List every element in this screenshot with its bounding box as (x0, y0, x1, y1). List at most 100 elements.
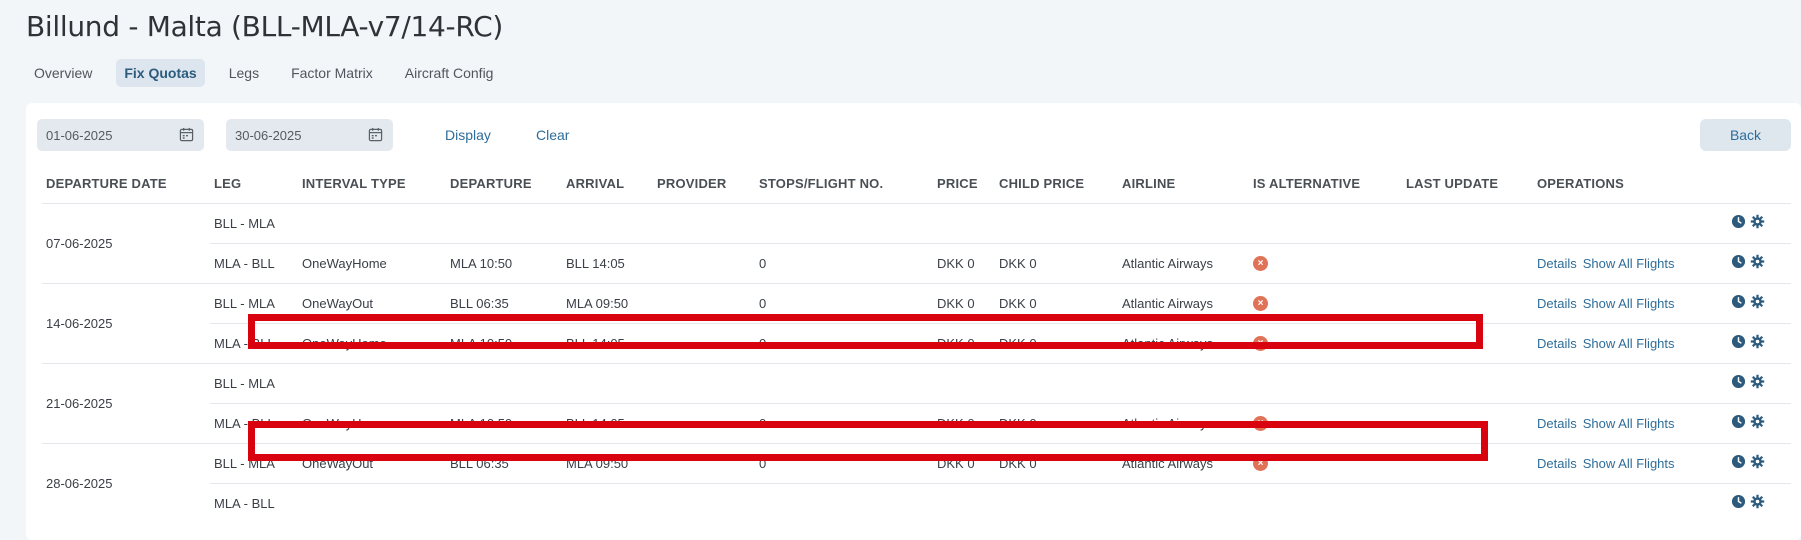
clock-icon[interactable] (1731, 374, 1746, 389)
date-from-value: 01-06-2025 (46, 128, 113, 143)
arrival-cell: BLL 14:05 (562, 242, 653, 283)
col-stops-flight-no: STOPS/FLIGHT NO. (759, 176, 884, 192)
operations-cell (1533, 362, 1723, 403)
gear-icon[interactable] (1750, 294, 1765, 309)
redaction-box (248, 314, 1483, 349)
provider-cell (653, 362, 755, 403)
child-price-cell (995, 202, 1118, 243)
calendar-icon[interactable] (179, 127, 194, 142)
departure-cell (446, 362, 562, 403)
col-interval-type: INTERVAL TYPE (302, 176, 406, 192)
show-all-flights-link[interactable]: Show All Flights (1583, 336, 1675, 351)
show-all-flights-link[interactable]: Show All Flights (1583, 296, 1675, 311)
clock-icon[interactable] (1731, 294, 1746, 309)
row-actions (1731, 254, 1765, 269)
leg-cell: MLA - BLL (210, 242, 298, 283)
col-child-price: CHILD PRICE (999, 176, 1085, 192)
departure-date-cell: 28-06-2025 (42, 442, 210, 523)
airline-cell (1118, 362, 1249, 403)
date-from-input[interactable]: 01-06-2025 (37, 119, 204, 151)
show-all-flights-link[interactable]: Show All Flights (1583, 256, 1675, 271)
last-update-cell (1402, 482, 1533, 523)
departure-cell (446, 202, 562, 243)
actions-cell (1723, 442, 1791, 483)
is-alternative-cell (1249, 202, 1402, 243)
stops-cell: 0 (755, 242, 933, 283)
col-provider: PROVIDER (657, 176, 727, 192)
clock-icon[interactable] (1731, 454, 1746, 469)
operations-cell (1533, 482, 1723, 523)
x-circle-icon: × (1253, 296, 1268, 312)
col-arrival: ARRIVAL (566, 176, 625, 192)
departure-date-cell: 21-06-2025 (42, 362, 210, 443)
child-price-cell (995, 482, 1118, 523)
interval-type-cell (298, 202, 446, 243)
tab-fix-quotas[interactable]: Fix Quotas (116, 59, 205, 87)
gear-icon[interactable] (1750, 214, 1765, 229)
airline-cell: Atlantic Airways (1118, 242, 1249, 283)
details-link[interactable]: Details (1537, 416, 1577, 431)
gear-icon[interactable] (1750, 494, 1765, 509)
stops-cell (755, 482, 933, 523)
date-to-value: 30-06-2025 (235, 128, 302, 143)
is-alternative-cell (1249, 362, 1402, 403)
gear-icon[interactable] (1750, 374, 1765, 389)
tab-factor-matrix[interactable]: Factor Matrix (283, 59, 381, 87)
table-header: DEPARTURE DATE LEG INTERVAL TYPE DEPARTU… (42, 165, 1791, 203)
arrival-cell (562, 362, 653, 403)
tab-aircraft-config[interactable]: Aircraft Config (397, 59, 502, 87)
actions-cell (1723, 402, 1791, 443)
operations-cell: Details Show All Flights (1533, 442, 1723, 483)
row-actions (1731, 494, 1765, 509)
row-actions (1731, 374, 1765, 389)
table-row: 21-06-2025 BLL - MLA (42, 362, 1791, 443)
price-cell (933, 482, 995, 523)
interval-type-cell (298, 482, 446, 523)
gear-icon[interactable] (1750, 334, 1765, 349)
price-cell (933, 202, 995, 243)
calendar-icon[interactable] (368, 127, 383, 142)
leg-cell: BLL - MLA (210, 362, 298, 403)
last-update-cell (1402, 242, 1533, 283)
stops-cell (755, 362, 933, 403)
departure-cell (446, 482, 562, 523)
details-link[interactable]: Details (1537, 336, 1577, 351)
details-link[interactable]: Details (1537, 296, 1577, 311)
show-all-flights-link[interactable]: Show All Flights (1583, 416, 1675, 431)
operations-cell (1533, 202, 1723, 243)
clock-icon[interactable] (1731, 334, 1746, 349)
clock-icon[interactable] (1731, 494, 1746, 509)
back-button[interactable]: Back (1700, 119, 1791, 151)
col-departure-date: DEPARTURE DATE (46, 176, 167, 192)
display-button[interactable]: Display (445, 127, 491, 143)
arrival-cell (562, 482, 653, 523)
row-actions (1731, 214, 1765, 229)
interval-type-cell (298, 362, 446, 403)
clear-button[interactable]: Clear (536, 127, 569, 143)
date-to-input[interactable]: 30-06-2025 (226, 119, 393, 151)
gear-icon[interactable] (1750, 454, 1765, 469)
provider-cell (653, 482, 755, 523)
actions-cell (1723, 202, 1791, 243)
gear-icon[interactable] (1750, 254, 1765, 269)
clock-icon[interactable] (1731, 414, 1746, 429)
table-row: MLA - BLL (42, 482, 1791, 523)
airline-cell (1118, 202, 1249, 243)
col-departure: DEPARTURE (450, 176, 532, 192)
details-link[interactable]: Details (1537, 456, 1577, 471)
details-link[interactable]: Details (1537, 256, 1577, 271)
airline-cell (1118, 482, 1249, 523)
row-actions (1731, 414, 1765, 429)
gear-icon[interactable] (1750, 414, 1765, 429)
is-alternative-cell: × (1249, 242, 1402, 283)
tab-legs[interactable]: Legs (221, 59, 267, 87)
clock-icon[interactable] (1731, 254, 1746, 269)
operations-cell: Details Show All Flights (1533, 242, 1723, 283)
show-all-flights-link[interactable]: Show All Flights (1583, 456, 1675, 471)
leg-cell: BLL - MLA (210, 202, 298, 243)
col-leg: LEG (214, 176, 242, 192)
last-update-cell (1402, 362, 1533, 403)
tab-overview[interactable]: Overview (26, 59, 100, 87)
actions-cell (1723, 322, 1791, 363)
clock-icon[interactable] (1731, 214, 1746, 229)
